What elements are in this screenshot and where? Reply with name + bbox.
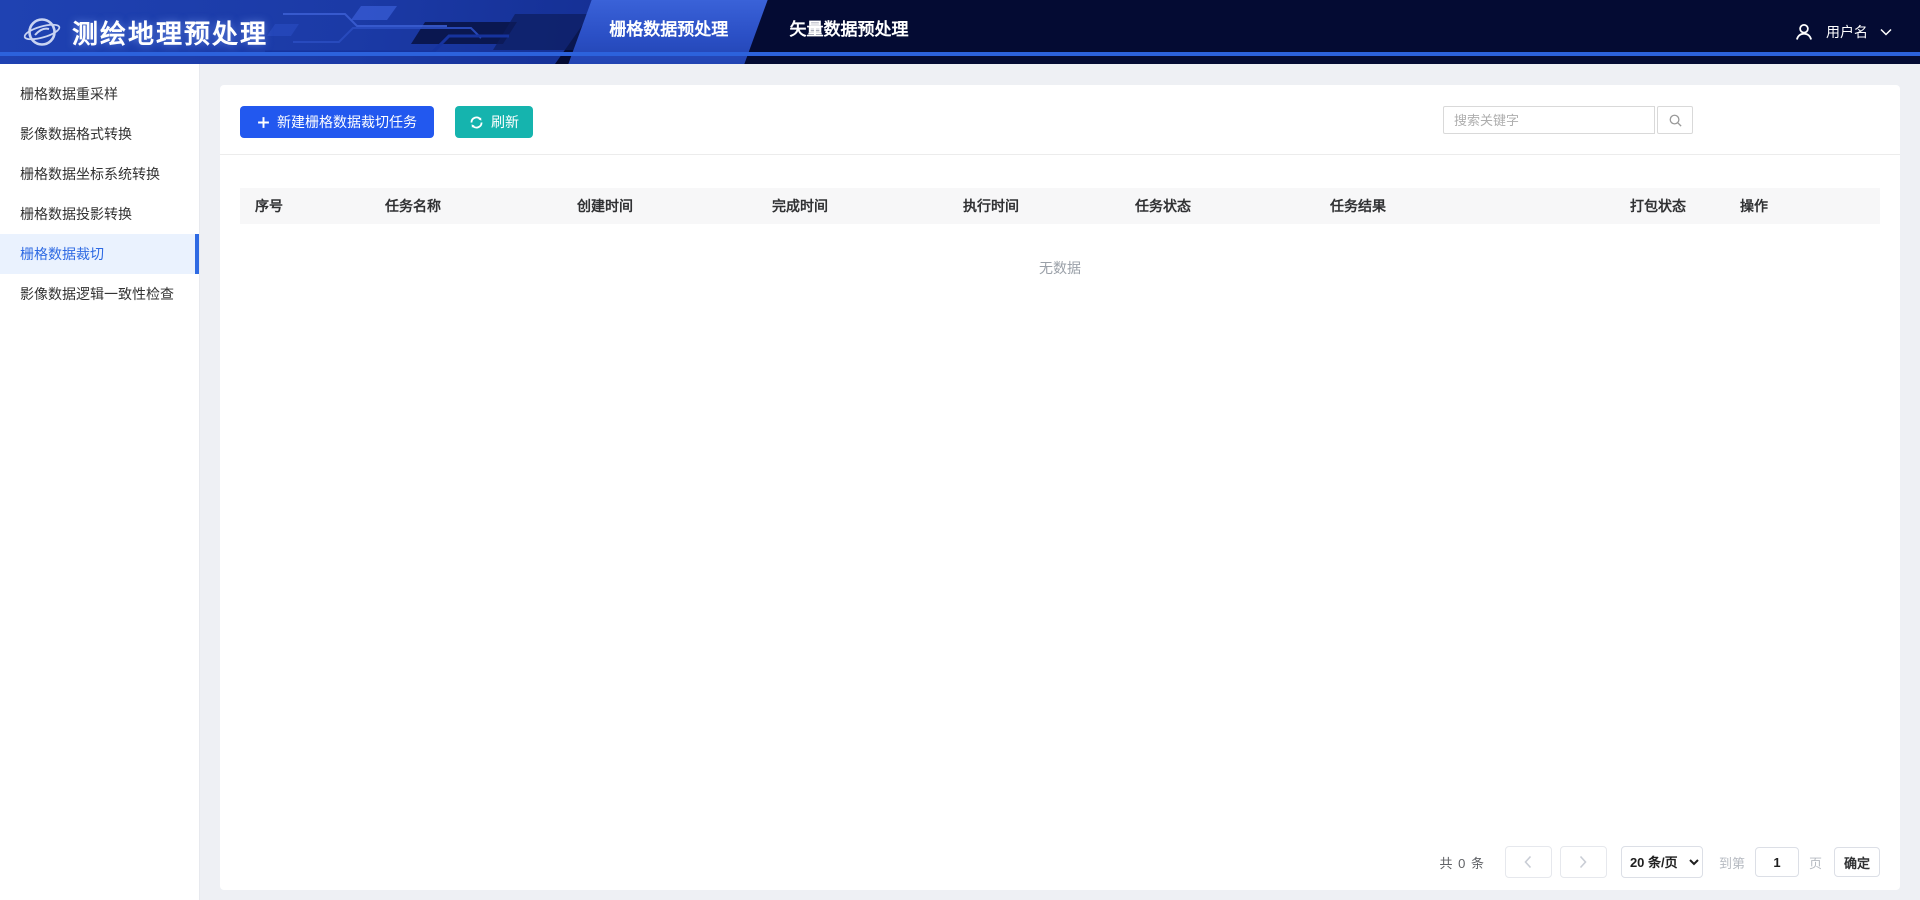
header-accent-line bbox=[0, 52, 1920, 56]
chevron-right-icon bbox=[1580, 855, 1588, 869]
pagination-total: 共 0 条 bbox=[1439, 855, 1485, 871]
col-任务状态: 任务状态 bbox=[1120, 188, 1315, 224]
refresh-icon bbox=[470, 116, 483, 128]
sidebar-item-raster-resample[interactable]: 栅格数据重采样 bbox=[0, 74, 199, 114]
chevron-left-icon bbox=[1524, 855, 1532, 869]
table-header-row: 序号 任务名称 创建时间 完成时间 执行时间 任务状态 任务结果 打包状态 操作 bbox=[240, 188, 1880, 224]
content-card: 新建栅格数据裁切任务 刷新 搜索关键字 序号 任务名称 创建时间 完成时间 执行… bbox=[220, 85, 1900, 890]
empty-state-text: 无数据 bbox=[1039, 260, 1081, 276]
sidebar: 栅格数据重采样 影像数据格式转换 栅格数据坐标系统转换 栅格数据投影转换 栅格数… bbox=[0, 64, 200, 900]
plus-icon bbox=[258, 116, 269, 128]
search-group bbox=[1443, 106, 1693, 134]
page-title: 测绘地理预处理 bbox=[72, 18, 269, 49]
col-完成时间: 完成时间 bbox=[757, 188, 948, 224]
goto-confirm-button[interactable]: 确定 bbox=[1833, 847, 1880, 877]
app-header: 栅格数据预处理 矢量数据预处理 测绘地理预处理 用户名 bbox=[0, 0, 1920, 64]
sidebar-item-image-format-convert[interactable]: 影像数据格式转换 bbox=[0, 114, 199, 154]
refresh-label: 刷新 bbox=[491, 114, 519, 130]
tab-raster-preprocess-label: 栅格数据预处理 bbox=[609, 20, 729, 39]
sidebar-item-raster-clip[interactable]: 栅格数据裁切 bbox=[0, 234, 199, 274]
user-icon bbox=[1796, 24, 1812, 40]
refresh-button[interactable]: 刷新 bbox=[455, 106, 533, 138]
col-打包状态: 打包状态 bbox=[1615, 188, 1725, 224]
task-table: 序号 任务名称 创建时间 完成时间 执行时间 任务状态 任务结果 打包状态 操作 bbox=[240, 188, 1880, 224]
sidebar-item-image-logic-consistency-check[interactable]: 影像数据逻辑一致性检查 bbox=[0, 274, 199, 314]
col-操作: 操作 bbox=[1725, 188, 1880, 224]
goto-page-input[interactable] bbox=[1754, 847, 1799, 877]
next-page-button[interactable] bbox=[1559, 846, 1607, 878]
col-任务名称: 任务名称 bbox=[370, 188, 562, 224]
new-clip-task-label: 新建栅格数据裁切任务 bbox=[277, 114, 417, 130]
search-input[interactable] bbox=[1443, 106, 1655, 134]
goto-page-prefix: 到第 bbox=[1718, 855, 1745, 871]
search-button[interactable] bbox=[1657, 106, 1693, 134]
page-size-select[interactable]: 20 条/页 bbox=[1620, 846, 1703, 878]
prev-page-button[interactable] bbox=[1504, 846, 1552, 878]
new-clip-task-button[interactable]: 新建栅格数据裁切任务 bbox=[240, 106, 434, 138]
pagination: 共 0 条 20 条/页 到第 页 确定 bbox=[1439, 846, 1880, 878]
task-table-wrap: 序号 任务名称 创建时间 完成时间 执行时间 任务状态 任务结果 打包状态 操作… bbox=[240, 188, 1880, 312]
sidebar-item-raster-coordsys-convert[interactable]: 栅格数据坐标系统转换 bbox=[0, 154, 199, 194]
app-logo-icon bbox=[23, 18, 61, 46]
toolbar: 新建栅格数据裁切任务 刷新 bbox=[220, 85, 1900, 155]
user-name: 用户名 bbox=[1826, 24, 1868, 40]
col-创建时间: 创建时间 bbox=[562, 188, 757, 224]
col-序号: 序号 bbox=[240, 188, 370, 224]
tab-vector-preprocess-label: 矢量数据预处理 bbox=[789, 20, 909, 39]
sidebar-item-raster-projection-convert[interactable]: 栅格数据投影转换 bbox=[0, 194, 199, 234]
col-任务结果: 任务结果 bbox=[1315, 188, 1615, 224]
col-执行时间: 执行时间 bbox=[948, 188, 1120, 224]
search-icon bbox=[1669, 114, 1682, 127]
goto-page-suffix: 页 bbox=[1808, 855, 1822, 871]
chevron-down-icon bbox=[1880, 28, 1892, 36]
